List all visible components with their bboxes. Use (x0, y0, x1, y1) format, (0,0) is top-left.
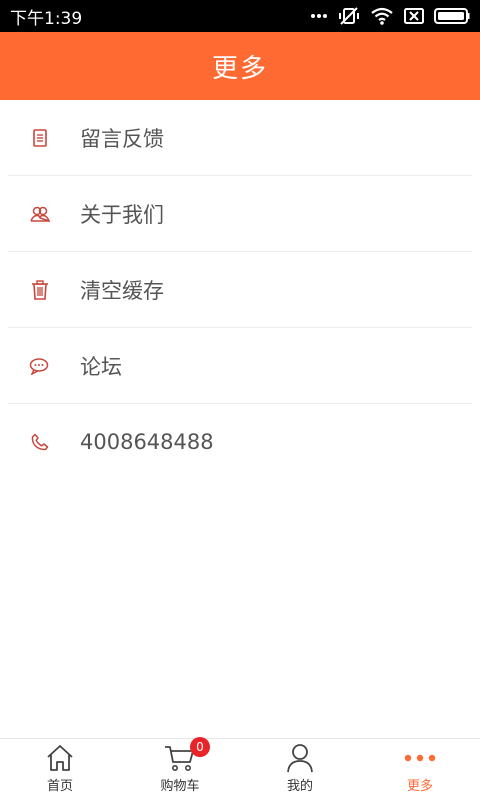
bottom-tab-bar: 首页 0 购物车 我的 更多 (0, 737, 480, 800)
tab-home[interactable]: 首页 (0, 739, 120, 800)
home-icon (47, 745, 73, 771)
more-dots-icon (404, 754, 436, 762)
top-header: 更多 (0, 32, 480, 100)
user-icon (287, 744, 313, 773)
menu-item-label: 留言反馈 (80, 126, 164, 151)
tab-label: 更多 (406, 779, 433, 794)
tab-label: 首页 (46, 779, 73, 794)
menu-item-clear-cache[interactable]: 清空缓存 (8, 252, 472, 328)
tab-cart[interactable]: 0 购物车 (120, 737, 240, 800)
menu-item-label: 论坛 (80, 354, 122, 379)
no-sim-icon (404, 8, 424, 24)
tab-more[interactable]: 更多 (360, 739, 480, 800)
users-icon (30, 206, 51, 222)
wifi-icon (371, 7, 393, 25)
phone-icon (31, 433, 49, 451)
menu-item-forum[interactable]: 论坛 (8, 328, 472, 404)
menu-item-feedback[interactable]: 留言反馈 (8, 100, 472, 176)
document-icon (33, 128, 47, 147)
tab-mine[interactable]: 我的 (240, 739, 360, 800)
battery-icon (434, 8, 470, 24)
trash-icon (32, 279, 48, 300)
menu-item-label: 关于我们 (80, 202, 164, 227)
chat-icon (29, 357, 49, 375)
page-title: 更多 (211, 53, 268, 84)
more-menu-list: 留言反馈 关于我们 清空缓存 论坛 4008648488 (0, 100, 480, 480)
more-dots-icon (311, 14, 327, 18)
menu-item-about-us[interactable]: 关于我们 (8, 176, 472, 252)
status-time: 下午1:39 (10, 8, 83, 29)
tab-label: 我的 (286, 779, 313, 794)
menu-item-label: 4008648488 (80, 430, 214, 454)
menu-item-label: 清空缓存 (80, 278, 164, 303)
vibrate-off-icon (339, 7, 359, 25)
cart-count-badge: 0 (190, 737, 210, 757)
menu-item-phone[interactable]: 4008648488 (8, 404, 472, 480)
tab-label: 购物车 (160, 779, 200, 794)
status-bar: 下午1:39 (0, 0, 480, 32)
status-icons (310, 6, 470, 26)
